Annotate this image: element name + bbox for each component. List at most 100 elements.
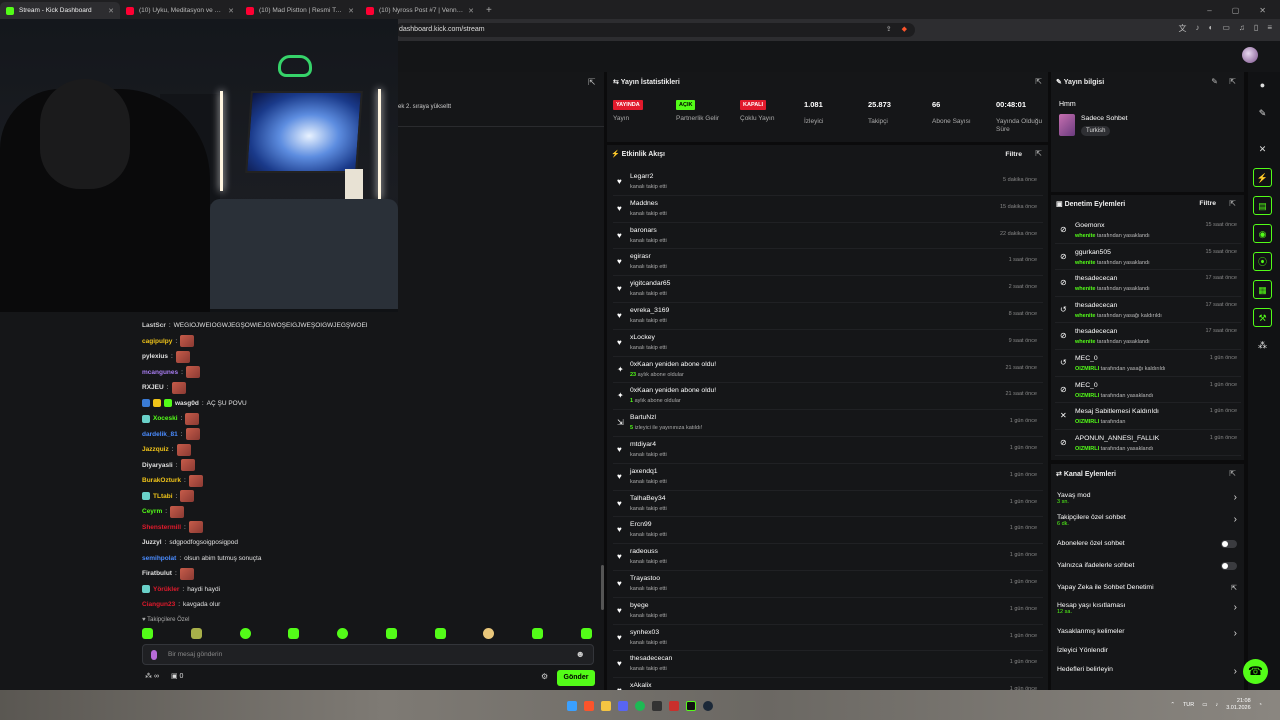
feed-item[interactable]: ♥ egirasr kanalı takip etti 1 saat önce [613, 249, 1043, 277]
edit-pen-icon[interactable]: ✎ [1253, 104, 1272, 123]
clock[interactable]: 21:08 3.01.2026 [1226, 698, 1250, 712]
shield-icon[interactable]: ▦ [1253, 280, 1272, 299]
chat-username[interactable]: Juzzyl [142, 539, 162, 546]
audio-icon[interactable]: ♪ [1196, 23, 1200, 34]
chevron-right-icon[interactable]: › [1234, 514, 1237, 525]
feed-item[interactable]: ✦ 0xKaan yeniden abone oldu! 1 aylık abone… [613, 383, 1043, 411]
browser-tab[interactable]: Stream - Kick Dashboard ✕ [0, 2, 120, 19]
chat-username[interactable]: BurakOzturk [142, 477, 181, 484]
volume-icon[interactable]: ♪ [1215, 702, 1218, 708]
broadcast-icon[interactable]: ⦿ [1253, 252, 1272, 271]
close-window-icon[interactable]: ✕ [1259, 6, 1266, 15]
toggle-switch[interactable] [1221, 562, 1237, 570]
folder-icon[interactable] [601, 701, 611, 711]
channel-action-item[interactable]: Yalnızca ifadelerle sohbet [1057, 562, 1239, 570]
lightning-icon[interactable]: ⚡ [1253, 168, 1272, 187]
chat-username[interactable]: semihpolat [142, 555, 176, 562]
emote-icon[interactable] [580, 628, 592, 639]
chevron-right-icon[interactable]: › [1234, 602, 1237, 613]
feed-item[interactable]: ♥ yigitcandar65 kanalı takip etti 2 saat ön… [613, 276, 1043, 303]
chat-username[interactable]: LastScr [142, 322, 166, 329]
chat-settings-icon[interactable]: ⚙ [541, 672, 548, 681]
spotify-icon[interactable] [635, 701, 645, 711]
chat-username[interactable]: pylexius [142, 353, 168, 360]
chat-username[interactable]: Ceyrm [142, 508, 162, 515]
chevron-right-icon[interactable]: › [1234, 628, 1237, 639]
tab-close-icon[interactable]: ✕ [348, 7, 354, 15]
mod-action-item[interactable]: ⊘ Goemonx whenite tarafından yasaklandı 15 … [1055, 217, 1241, 244]
emote-icon[interactable] [190, 628, 202, 639]
browser-tab[interactable]: (10) Nyross Post #7 | VennyV - YouT ✕ [360, 2, 480, 19]
feed-item[interactable]: ♥ radeouss kanalı takip etti 1 gün önce [613, 544, 1043, 571]
chat-username[interactable]: mcangunes [142, 369, 178, 376]
toggle-switch[interactable] [1221, 540, 1237, 548]
maximize-icon[interactable]: ▢ [1232, 6, 1240, 15]
chat-username[interactable]: cagipulpy [142, 338, 172, 345]
chat-input[interactable]: Bir mesaj gönderin ☻ [142, 644, 594, 665]
channel-action-item[interactable]: Yapay Zeka ile Sohbet Denetimi ⇱ [1057, 584, 1239, 592]
translate-icon[interactable]: 文 [1179, 23, 1187, 34]
gift-indicator[interactable]: ▣ 0 [171, 672, 183, 680]
mod-action-item[interactable]: ⊘ MEC_0 OIZMIRLI tarafından yasaklandı 1 gü… [1055, 377, 1241, 404]
mod-action-item[interactable]: ↺ MEC_0 OIZMIRLI tarafından yasağı kaldırı… [1055, 350, 1241, 377]
tab-close-icon[interactable]: ✕ [468, 7, 474, 15]
chat-username[interactable]: Jazzquiz [142, 446, 169, 453]
channel-action-item[interactable]: Abonelere özel sohbet [1057, 540, 1239, 548]
channel-action-item[interactable]: Hedefleri belirleyin › [1057, 666, 1239, 677]
feed-item[interactable]: ⇲ BartuNzl 5 izleyici ile yayınınıza katıl… [613, 410, 1043, 437]
chat-username[interactable]: wasg0d [175, 400, 199, 407]
channel-action-item[interactable]: Yasaklanmış kelimeler › [1057, 628, 1239, 639]
help-chat-button[interactable]: ☎ [1243, 659, 1268, 684]
wrench-icon[interactable]: ⚒ [1253, 308, 1272, 327]
feed-item[interactable]: ♥ mtdiyar4 kanalı takip etti 1 gün önce [613, 437, 1043, 464]
mod-action-item[interactable]: ⊘ thesadececan whenite tarafından yasaklan… [1055, 323, 1241, 350]
discord-icon[interactable] [618, 701, 628, 711]
emote-icon[interactable] [337, 628, 349, 639]
feed-item[interactable]: ♥ baronars kanalı takip etti 22 dakika önce [613, 223, 1043, 250]
emote-icon[interactable] [142, 628, 153, 639]
mod-action-item[interactable]: ⊘ ggurkan505 whenite tarafından yasaklandı… [1055, 244, 1241, 271]
feed-item[interactable]: ♥ TalhaBey34 kanalı takip etti 1 gün önce [613, 491, 1043, 518]
edit-icon[interactable]: ✎ [1211, 77, 1218, 86]
feed-filter-button[interactable]: Filtre [1005, 151, 1022, 158]
share-icon[interactable]: ⇪ [886, 23, 892, 37]
mod-action-item[interactable]: ⊘ thesadececan whenite tarafından yasaklan… [1055, 270, 1241, 297]
chat-scrollbar[interactable] [601, 565, 604, 610]
chat-username[interactable]: Shenstermill [142, 524, 181, 531]
kick-icon[interactable] [686, 701, 696, 711]
popout-icon[interactable]: ⇱ [1229, 469, 1236, 478]
bookmarks-icon[interactable]: ♫ [1239, 23, 1245, 34]
chevron-right-icon[interactable]: › [1234, 492, 1237, 503]
emote-icon[interactable] [239, 628, 251, 639]
brave-shield-icon[interactable]: ◆ [902, 23, 907, 37]
feed-item[interactable]: ♥ jaxendq1 kanalı takip etti 1 gün önce [613, 464, 1043, 491]
windows-start-icon[interactable] [567, 701, 577, 711]
feed-item[interactable]: ♥ evreka_3169 kanalı takip etti 8 saat önce [613, 303, 1043, 330]
emote-icon[interactable] [532, 628, 544, 639]
emoji-icon[interactable]: ☻ [576, 649, 585, 659]
chat-username[interactable]: Ciangun23 [142, 601, 175, 608]
chat-username[interactable]: TLtabi [153, 493, 173, 500]
send-button[interactable]: Gönder [557, 670, 595, 686]
tray-overflow-icon[interactable]: ⌃ [1170, 702, 1175, 708]
popout-icon[interactable]: ⇱ [588, 77, 596, 88]
mod-action-item[interactable]: ⊘ APONUN_ANNESI_FALLIK OIZMIRLI tarafından… [1055, 430, 1241, 457]
collapse-icon[interactable]: ✕ [1253, 140, 1272, 159]
emote-icon[interactable] [434, 628, 446, 639]
new-tab-button[interactable]: + [480, 2, 498, 19]
popout-icon[interactable]: ⇱ [1035, 77, 1042, 86]
network-icon[interactable]: ▭ [1202, 702, 1207, 708]
chat-username[interactable]: RXJEU [142, 384, 164, 391]
chat-username[interactable]: Yörükler [153, 586, 179, 593]
chat-bubble-icon[interactable]: ◉ [1253, 224, 1272, 243]
address-bar[interactable]: dashboard.kick.com/stream ⇪ ◆ [395, 23, 915, 37]
feed-item[interactable]: ♥ Ercn99 kanalı takip etti 1 gün önce [613, 517, 1043, 545]
language-indicator[interactable]: TUR [1183, 702, 1194, 708]
points-indicator[interactable]: ⁂ ∞ [145, 672, 159, 680]
popout-icon[interactable]: ⇱ [1035, 149, 1042, 158]
mod-filter-button[interactable]: Filtre [1199, 200, 1216, 207]
popout-icon[interactable]: ⇱ [1229, 77, 1236, 86]
steam-icon[interactable] [703, 701, 713, 711]
chevron-right-icon[interactable]: › [1234, 666, 1237, 677]
emote-icon[interactable] [288, 628, 300, 639]
